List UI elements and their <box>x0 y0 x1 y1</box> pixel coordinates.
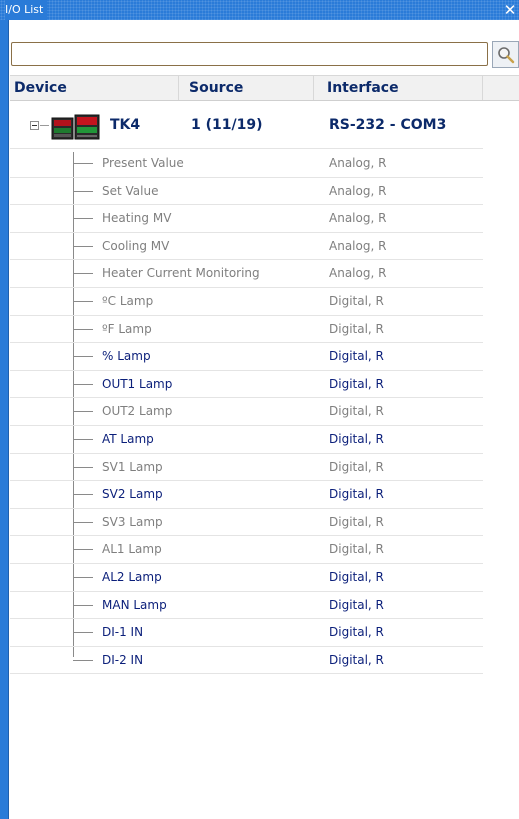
io-item-label: OUT2 Lamp <box>102 404 173 419</box>
tree-branch-line <box>73 301 93 302</box>
io-item-row[interactable]: AL1 Lamp Digital, R <box>10 536 483 563</box>
search-button[interactable] <box>492 41 519 68</box>
io-item-interface: Digital, R <box>329 652 384 667</box>
window-frame-left <box>0 20 8 819</box>
io-item-interface: Digital, R <box>329 349 384 364</box>
row-divider <box>10 673 483 675</box>
io-item-interface: Digital, R <box>329 570 384 584</box>
device-row[interactable]: TK4 1 (11/19) RS-232 - COM3 <box>10 110 519 142</box>
column-device[interactable]: Device <box>10 76 179 100</box>
io-item-label: Set Value <box>102 183 159 198</box>
io-item-interface: Digital, R <box>329 432 384 446</box>
io-item-label: Heating MV <box>102 211 172 226</box>
io-item-row[interactable]: DI-2 IN Digital, R <box>10 647 483 674</box>
tree-branch-line <box>73 328 93 330</box>
device-interface: RS-232 - COM3 <box>329 117 447 133</box>
io-item-interface: Digital, R <box>329 597 384 612</box>
io-item-row[interactable]: AT Lamp Digital, R <box>10 426 483 453</box>
io-item-label: AL1 Lamp <box>102 542 162 557</box>
io-item-row[interactable]: MAN Lamp Digital, R <box>10 592 483 619</box>
io-item-label: AT Lamp <box>102 432 154 446</box>
tree-branch-line <box>73 494 93 496</box>
column-header: Device Source Interface <box>10 75 519 101</box>
io-item-label: Heater Current Monitoring <box>102 266 260 281</box>
io-item-interface: Analog, R <box>329 183 387 198</box>
tree-branch-line <box>73 521 93 523</box>
tree-branch-line <box>73 273 93 275</box>
io-item-label: ºF Lamp <box>102 321 152 336</box>
tree-branch-line <box>73 439 93 440</box>
io-item-row[interactable]: AL2 Lamp Digital, R <box>10 564 483 591</box>
io-item-interface: Digital, R <box>329 542 384 557</box>
io-item-label: SV3 Lamp <box>102 514 163 529</box>
io-item-row[interactable]: Set Value Analog, R <box>10 178 483 205</box>
tree-branch-line <box>73 659 93 661</box>
tree-branch-line <box>73 632 93 634</box>
io-item-row[interactable]: SV2 Lamp Digital, R <box>10 481 483 508</box>
column-interface[interactable]: Interface <box>314 76 483 100</box>
io-item-row[interactable]: Heater Current Monitoring Analog, R <box>10 260 483 287</box>
io-item-row[interactable]: SV3 Lamp Digital, R <box>10 509 483 536</box>
io-item-label: Cooling MV <box>102 238 170 253</box>
io-item-label: DI-1 IN <box>102 625 144 640</box>
tree-branch-line <box>73 577 93 578</box>
io-item-row[interactable]: OUT2 Lamp Digital, R <box>10 398 483 425</box>
io-item-interface: Analog, R <box>329 266 387 281</box>
tree-branch-line <box>73 383 93 385</box>
tree-branch-line <box>73 356 93 358</box>
tree-branch-line <box>73 163 93 164</box>
magnifier-icon <box>498 47 515 64</box>
search-input[interactable] <box>11 42 488 66</box>
io-item-label: Present Value <box>102 156 184 170</box>
device-source: 1 (11/19) <box>191 117 263 133</box>
tree-connector <box>40 125 49 126</box>
io-item-interface: Analog, R <box>329 156 387 170</box>
tree-branch-line <box>73 604 93 606</box>
window-titlebar[interactable]: I/O List ✕ <box>0 0 519 20</box>
io-item-interface: Digital, R <box>329 294 384 308</box>
io-item-label: ºC Lamp <box>102 294 154 308</box>
io-item-interface: Digital, R <box>329 321 384 336</box>
io-item-interface: Analog, R <box>329 211 387 226</box>
io-item-label: OUT1 Lamp <box>102 376 173 391</box>
tree-branch-line <box>73 549 93 551</box>
io-item-row[interactable]: ºF Lamp Digital, R <box>10 316 483 343</box>
close-icon[interactable]: ✕ <box>503 0 517 20</box>
io-item-label: SV2 Lamp <box>102 487 163 502</box>
io-item-row[interactable]: SV1 Lamp Digital, R <box>10 454 483 481</box>
io-item-interface: Digital, R <box>329 487 384 502</box>
io-item-row[interactable]: DI-1 IN Digital, R <box>10 619 483 646</box>
device-name: TK4 <box>110 117 141 133</box>
io-item-interface: Digital, R <box>329 376 384 391</box>
io-item-label: SV1 Lamp <box>102 459 163 474</box>
tree-branch-line <box>73 466 93 468</box>
tree-branch-line <box>73 245 93 247</box>
io-item-interface: Digital, R <box>329 625 384 640</box>
column-source[interactable]: Source <box>179 76 314 100</box>
io-item-interface: Digital, R <box>329 404 384 419</box>
tree-branch-line <box>73 190 93 192</box>
io-item-row[interactable]: Cooling MV Analog, R <box>10 233 483 260</box>
io-item-interface: Digital, R <box>329 514 384 529</box>
io-item-row[interactable]: % Lamp Digital, R <box>10 343 483 370</box>
io-item-label: DI-2 IN <box>102 652 144 667</box>
row-divider <box>10 148 483 149</box>
io-item-row[interactable]: OUT1 Lamp Digital, R <box>10 371 483 398</box>
io-item-label: % Lamp <box>102 349 151 364</box>
io-item-interface: Digital, R <box>329 459 384 474</box>
tree-branch-line <box>73 218 93 220</box>
window-title: I/O List <box>5 0 48 20</box>
controller-device-icon <box>51 114 100 140</box>
io-item-label: MAN Lamp <box>102 597 167 612</box>
tree-branch-line <box>73 411 93 413</box>
frame-divider <box>8 20 9 819</box>
io-item-label: AL2 Lamp <box>102 570 162 584</box>
io-item-interface: Analog, R <box>329 238 387 253</box>
collapse-minus-icon[interactable] <box>30 121 39 130</box>
io-item-row[interactable]: ºC Lamp Digital, R <box>10 288 483 315</box>
io-item-row[interactable]: Present Value Analog, R <box>10 150 483 177</box>
io-item-row[interactable]: Heating MV Analog, R <box>10 205 483 232</box>
